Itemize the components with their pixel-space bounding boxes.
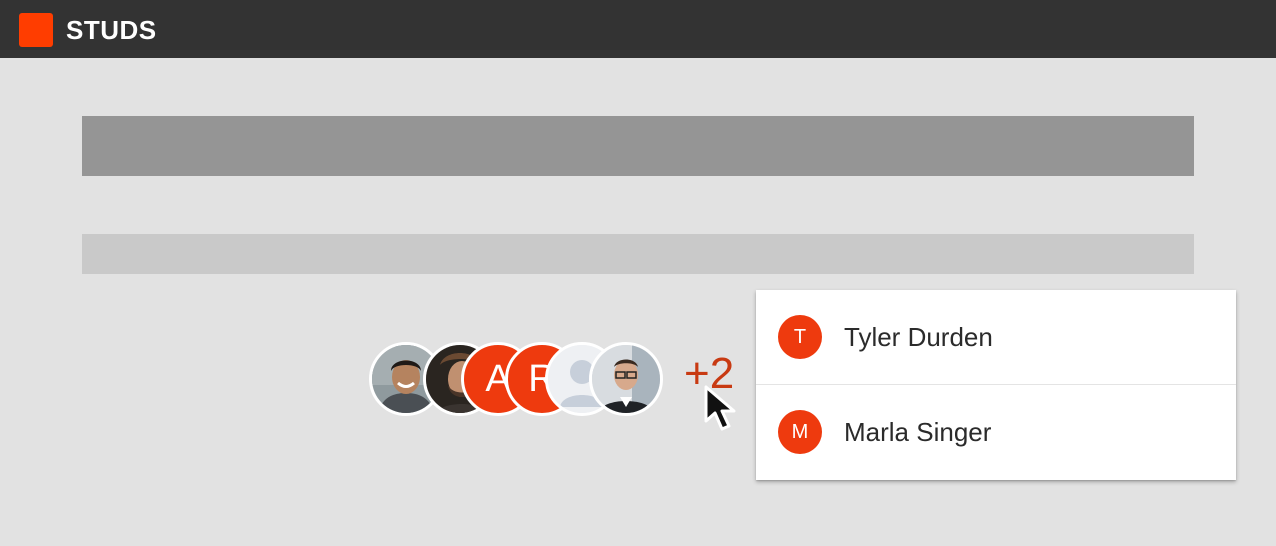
placeholder-text-block	[82, 234, 1194, 274]
user-name: Tyler Durden	[844, 321, 993, 352]
person-photo-man-glasses-icon	[592, 345, 660, 413]
app-title: STUDS	[66, 15, 157, 45]
menu-item-user[interactable]: T Tyler Durden	[756, 290, 1236, 384]
logo-icon[interactable]	[19, 13, 53, 47]
user-initial-avatar: M	[778, 410, 822, 454]
menu-item-user[interactable]: M Marla Singer	[756, 384, 1236, 479]
overflow-users-menu: T Tyler Durden M Marla Singer	[756, 290, 1236, 480]
user-name: Marla Singer	[844, 416, 992, 447]
placeholder-heading-block	[82, 116, 1194, 176]
avatar-person-photo-man-glasses[interactable]	[589, 342, 663, 416]
avatar-group: A R	[369, 342, 669, 418]
mouse-pointer-icon	[704, 385, 736, 431]
top-app-bar: STUDS	[0, 0, 1276, 58]
user-initial-avatar: T	[778, 315, 822, 359]
